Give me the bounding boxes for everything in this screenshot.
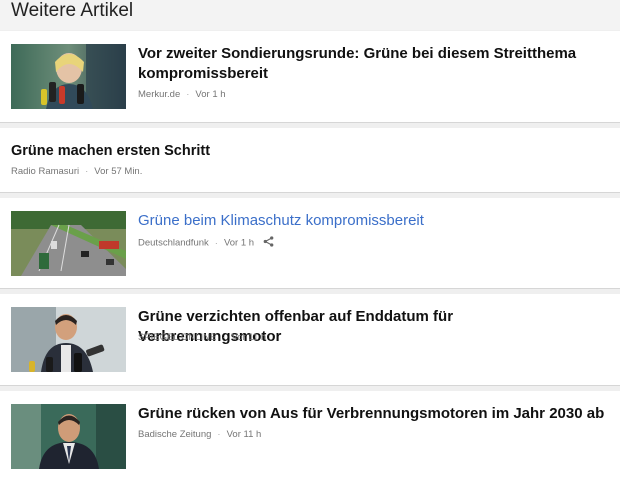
- article-source[interactable]: Merkur.de: [138, 89, 180, 100]
- article-title[interactable]: Grüne beim Klimaschutz kompromissbereit: [138, 211, 578, 231]
- article-title[interactable]: Grüne rücken von Aus für Verbrennungsmot…: [138, 404, 608, 424]
- article-meta: Radio Ramasuri · Vor 57 Min.: [11, 166, 142, 177]
- article-card[interactable]: Grüne beim Klimaschutz kompromissbereit …: [0, 198, 620, 289]
- article-card[interactable]: Grüne verzichten offenbar auf Enddatum f…: [0, 294, 620, 386]
- separator-dot: ·: [222, 332, 226, 343]
- article-source[interactable]: Deutschlandfunk: [138, 238, 209, 249]
- share-icon[interactable]: [263, 236, 274, 250]
- section-title: Weitere Artikel: [11, 0, 134, 21]
- article-time: Vor 11 h: [226, 429, 262, 440]
- article-meta: SPIEGEL ONLINE · Vor 11 h: [138, 332, 266, 343]
- section-header: Weitere Artikel: [0, 0, 620, 30]
- article-source[interactable]: Radio Ramasuri: [11, 166, 79, 177]
- article-thumbnail[interactable]: [11, 307, 126, 372]
- article-card[interactable]: Grüne rücken von Aus für Verbrennungsmot…: [0, 391, 620, 477]
- article-source[interactable]: Badische Zeitung: [138, 429, 211, 440]
- article-meta: Merkur.de · Vor 1 h: [138, 89, 226, 100]
- separator-dot: ·: [217, 429, 221, 440]
- article-card[interactable]: Grüne machen ersten Schritt Radio Ramasu…: [0, 128, 620, 193]
- separator-dot: ·: [214, 237, 218, 249]
- article-meta: Deutschlandfunk · Vor 1 h: [138, 236, 274, 250]
- separator-dot: ·: [85, 166, 89, 177]
- article-thumbnail[interactable]: [11, 44, 126, 109]
- article-time: Vor 1 h: [223, 237, 255, 249]
- article-card[interactable]: Vor zweiter Sondierungsrunde: Grüne bei …: [0, 31, 620, 123]
- article-time: Vor 1 h: [195, 89, 226, 100]
- separator-dot: ·: [186, 89, 190, 100]
- article-time: Vor 11 h: [231, 332, 267, 343]
- article-time: Vor 57 Min.: [94, 166, 143, 177]
- article-meta: Badische Zeitung · Vor 11 h: [138, 429, 261, 440]
- article-thumbnail[interactable]: [11, 211, 126, 276]
- article-title[interactable]: Vor zweiter Sondierungsrunde: Grüne bei …: [138, 44, 578, 84]
- article-thumbnail[interactable]: [11, 404, 126, 469]
- article-source[interactable]: SPIEGEL ONLINE: [138, 332, 216, 343]
- article-title[interactable]: Grüne machen ersten Schritt: [11, 141, 571, 161]
